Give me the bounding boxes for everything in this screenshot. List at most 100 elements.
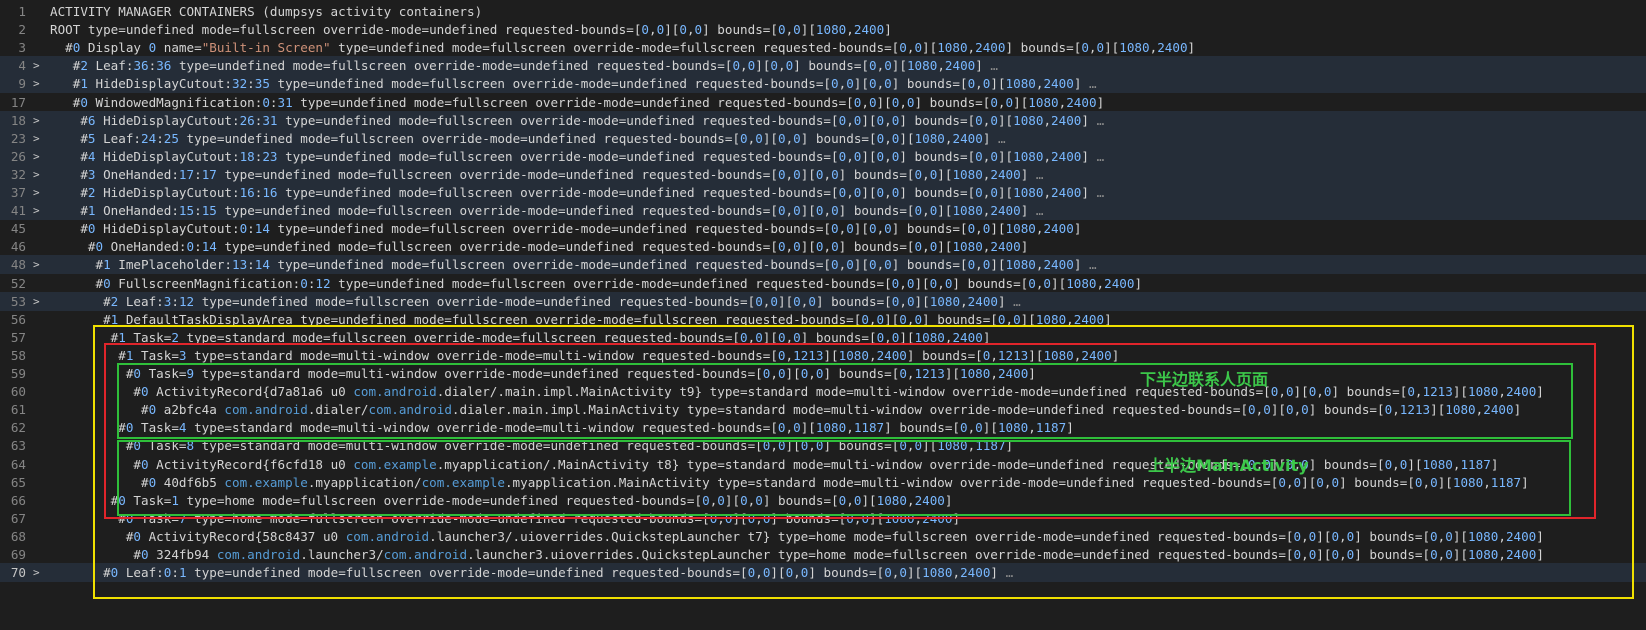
fold-chevron-icon[interactable]: > [33,74,43,93]
code-line[interactable]: 23 > #5 Leaf:24:25 type=undefined mode=fu… [0,128,1646,148]
fold-chevron-icon[interactable]: > [33,165,43,184]
line-number: 57 [10,329,26,345]
code-editor[interactable]: 1 ACTIVITY MANAGER CONTAINERS (dumpsys ac… [0,0,1646,630]
line-number: 3 [18,40,26,56]
code-line[interactable]: 32 > #3 OneHanded:17:17 type=undefined mo… [0,164,1646,184]
line-number: 2 [18,22,26,38]
code-text: #5 Leaf:24:25 type=undefined mode=fullsc… [50,130,1006,146]
fold-chevron-icon[interactable]: > [33,56,43,75]
code-text: ROOT type=undefined mode=fullscreen over… [50,22,892,38]
code-line[interactable]: 70 > #0 Leaf:0:1 type=undefined mode=full… [0,563,1646,583]
code-line[interactable]: 17 #0 WindowedMagnification:0:31 type=un… [0,93,1646,112]
line-number: 60 [10,384,26,400]
code-text: #0 Display 0 name="Built-in Screen" type… [50,40,1196,56]
code-line[interactable]: 56 #1 DefaultTaskDisplayArea type=undefi… [0,310,1646,329]
code-line[interactable]: 61 #0 a2bfc4a com.android.dialer/com.and… [0,400,1646,419]
code-line[interactable]: 64 #0 ActivityRecord{f6cfd18 u0 com.exam… [0,455,1646,474]
line-number: 59 [10,366,26,381]
fold-chevron-icon[interactable]: > [33,201,43,220]
code-line[interactable]: 66 #0 Task=1 type=home mode=fullscreen o… [0,491,1646,510]
fold-chevron-icon[interactable]: > [33,563,43,582]
line-number: 63 [10,438,26,454]
fold-chevron-icon[interactable]: > [33,183,43,202]
line-number: 56 [10,311,26,327]
line-number: 18 [10,112,26,128]
line-number: 32 [10,166,26,182]
code-line[interactable]: 69 #0 324fb94 com.android.launcher3/com.… [0,545,1646,564]
line-number: 66 [10,492,26,508]
line-number: 70 [10,565,26,581]
line-number: 64 [10,456,26,472]
line-number: 68 [10,528,26,544]
annotation-bottom-contacts: 下半边联系人页面 [1140,370,1269,389]
line-number: 45 [10,221,26,237]
line-number: 53 [10,293,26,309]
line-number: 69 [10,547,26,562]
code-line[interactable]: 3 #0 Display 0 name="Built-in Screen" ty… [0,38,1646,57]
code-text: #1 OneHanded:15:15 type=undefined mode=f… [50,203,1044,219]
fold-chevron-icon[interactable]: > [33,129,43,148]
line-number: 26 [10,148,26,164]
code-line[interactable]: 4 > #2 Leaf:36:36 type=undefined mode=ful… [0,56,1646,76]
line-number: 37 [10,185,26,200]
line-number: 65 [10,474,26,490]
code-text: #1 DefaultTaskDisplayArea type=undefined… [50,311,1112,327]
line-number: 62 [10,420,26,436]
code-line[interactable]: 52 #0 FullscreenMagnification:0:12 type=… [0,274,1646,293]
code-line[interactable]: 62 #0 Task=4 type=standard mode=multi-wi… [0,418,1646,437]
line-number: 61 [10,402,26,418]
line-number: 4 [18,58,26,74]
code-line[interactable]: 65 #0 40df6b5 com.example.myapplication/… [0,473,1646,492]
code-text: #2 Leaf:36:36 type=undefined mode=fullsc… [50,58,999,74]
code-text: #2 Leaf:3:12 type=undefined mode=fullscr… [50,293,1021,309]
code-line[interactable]: 37 > #2 HideDisplayCutout:16:16 type=unde… [0,183,1646,202]
line-number: 48 [10,257,26,273]
code-text: #1 HideDisplayCutout:32:35 type=undefine… [50,76,1097,92]
code-line[interactable]: 67 #0 Task=7 type=home mode=fullscreen o… [0,509,1646,528]
fold-chevron-icon[interactable]: > [33,292,43,311]
code-line[interactable]: 45 #0 HideDisplayCutout:0:14 type=undefi… [0,219,1646,238]
code-text: #0 Task=9 type=standard mode=multi-windo… [50,366,1036,381]
code-line[interactable]: 60 #0 ActivityRecord{d7a81a6 u0 com.andr… [0,382,1646,401]
fold-chevron-icon[interactable]: > [33,147,43,166]
code-line[interactable]: 68 #0 ActivityRecord{58c8437 u0 com.andr… [0,527,1646,546]
line-number: 41 [10,203,26,219]
code-line[interactable]: 48 > #1 ImePlaceholder:13:14 type=undefin… [0,255,1646,275]
code-text: #6 HideDisplayCutout:26:31 type=undefine… [50,112,1105,128]
code-line[interactable]: 57 #1 Task=2 type=standard mode=fullscre… [0,328,1646,347]
code-line[interactable]: 26 > #4 HideDisplayCutout:18:23 type=unde… [0,146,1646,166]
line-number: 46 [10,239,26,255]
fold-chevron-icon[interactable]: > [33,111,43,130]
code-text: #2 HideDisplayCutout:16:16 type=undefine… [50,185,1105,200]
code-line[interactable]: 63 #0 Task=8 type=standard mode=multi-wi… [0,436,1646,455]
code-line[interactable]: 41 > #1 OneHanded:15:15 type=undefined mo… [0,201,1646,221]
line-number: 23 [10,130,26,146]
code-text: #0 a2bfc4a com.android.dialer/com.androi… [50,402,1522,418]
line-number: 1 [18,4,26,19]
code-line[interactable]: 9 > #1 HideDisplayCutout:32:35 type=undef… [0,74,1646,94]
code-line[interactable]: 46 #0 OneHanded:0:14 type=undefined mode… [0,237,1646,256]
code-line[interactable]: 18 > #6 HideDisplayCutout:26:31 type=unde… [0,110,1646,130]
line-number: 52 [10,275,26,291]
code-text: #1 Task=2 type=standard mode=fullscreen … [50,329,991,345]
code-text: #0 HideDisplayCutout:0:14 type=undefined… [50,221,1082,237]
code-line[interactable]: 58 #1 Task=3 type=standard mode=multi-wi… [0,346,1646,365]
code-text: #4 HideDisplayCutout:18:23 type=undefine… [50,148,1105,164]
code-text: #0 Leaf:0:1 type=undefined mode=fullscre… [50,565,1014,581]
code-line[interactable]: 59 #0 Task=9 type=standard mode=multi-wi… [0,364,1646,383]
code-text: #0 WindowedMagnification:0:31 type=undef… [50,94,1105,110]
code-line[interactable]: 53 > #2 Leaf:3:12 type=undefined mode=ful… [0,291,1646,311]
line-number: 67 [10,510,26,526]
fold-chevron-icon[interactable]: > [33,255,43,274]
code-text: #0 FullscreenMagnification:0:12 type=und… [50,275,1143,291]
code-text: #0 Task=1 type=home mode=fullscreen over… [50,492,953,508]
code-line[interactable]: 2 ROOT type=undefined mode=fullscreen ove… [0,20,1646,39]
code-text: ACTIVITY MANAGER CONTAINERS (dumpsys act… [50,4,483,19]
line-number: 17 [10,94,26,110]
code-line[interactable]: 1 ACTIVITY MANAGER CONTAINERS (dumpsys ac… [0,2,1646,21]
line-number: 9 [18,76,26,92]
line-number: 58 [10,347,26,363]
code-text: #0 Task=4 type=standard mode=multi-windo… [50,420,1074,436]
code-text: #1 Task=3 type=standard mode=multi-windo… [50,347,1120,363]
annotation-top-main-activity: 上半边MainActivity [1148,456,1309,475]
